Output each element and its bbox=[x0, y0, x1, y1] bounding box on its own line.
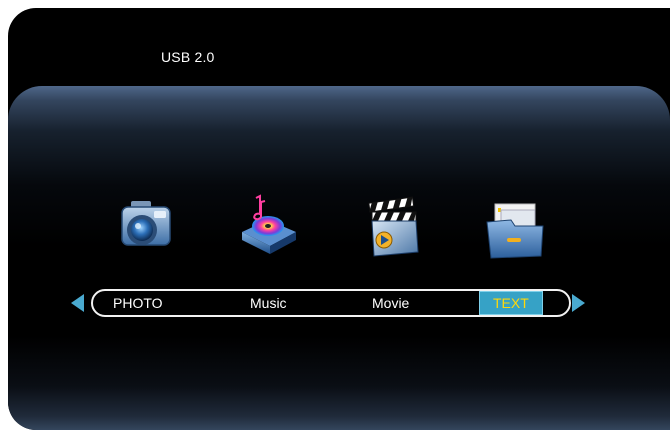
source-label: USB 2.0 bbox=[161, 49, 215, 65]
clapperboard-icon[interactable] bbox=[360, 194, 424, 258]
music-disc-icon[interactable] bbox=[236, 192, 300, 256]
right-arrow-icon[interactable] bbox=[572, 294, 585, 312]
tv-screen: USB 2.0 PHOTO Music Movie TEXT bbox=[8, 8, 670, 430]
media-menu-bar: PHOTO Music Movie TEXT bbox=[91, 289, 571, 317]
media-menu-panel bbox=[8, 86, 670, 430]
folder-icon[interactable] bbox=[483, 198, 547, 262]
left-arrow-icon[interactable] bbox=[71, 294, 84, 312]
camera-icon[interactable] bbox=[114, 196, 178, 260]
menu-item-photo[interactable]: PHOTO bbox=[113, 291, 163, 315]
menu-item-music[interactable]: Music bbox=[250, 291, 287, 315]
menu-item-movie[interactable]: Movie bbox=[372, 291, 409, 315]
menu-item-text[interactable]: TEXT bbox=[479, 291, 543, 315]
